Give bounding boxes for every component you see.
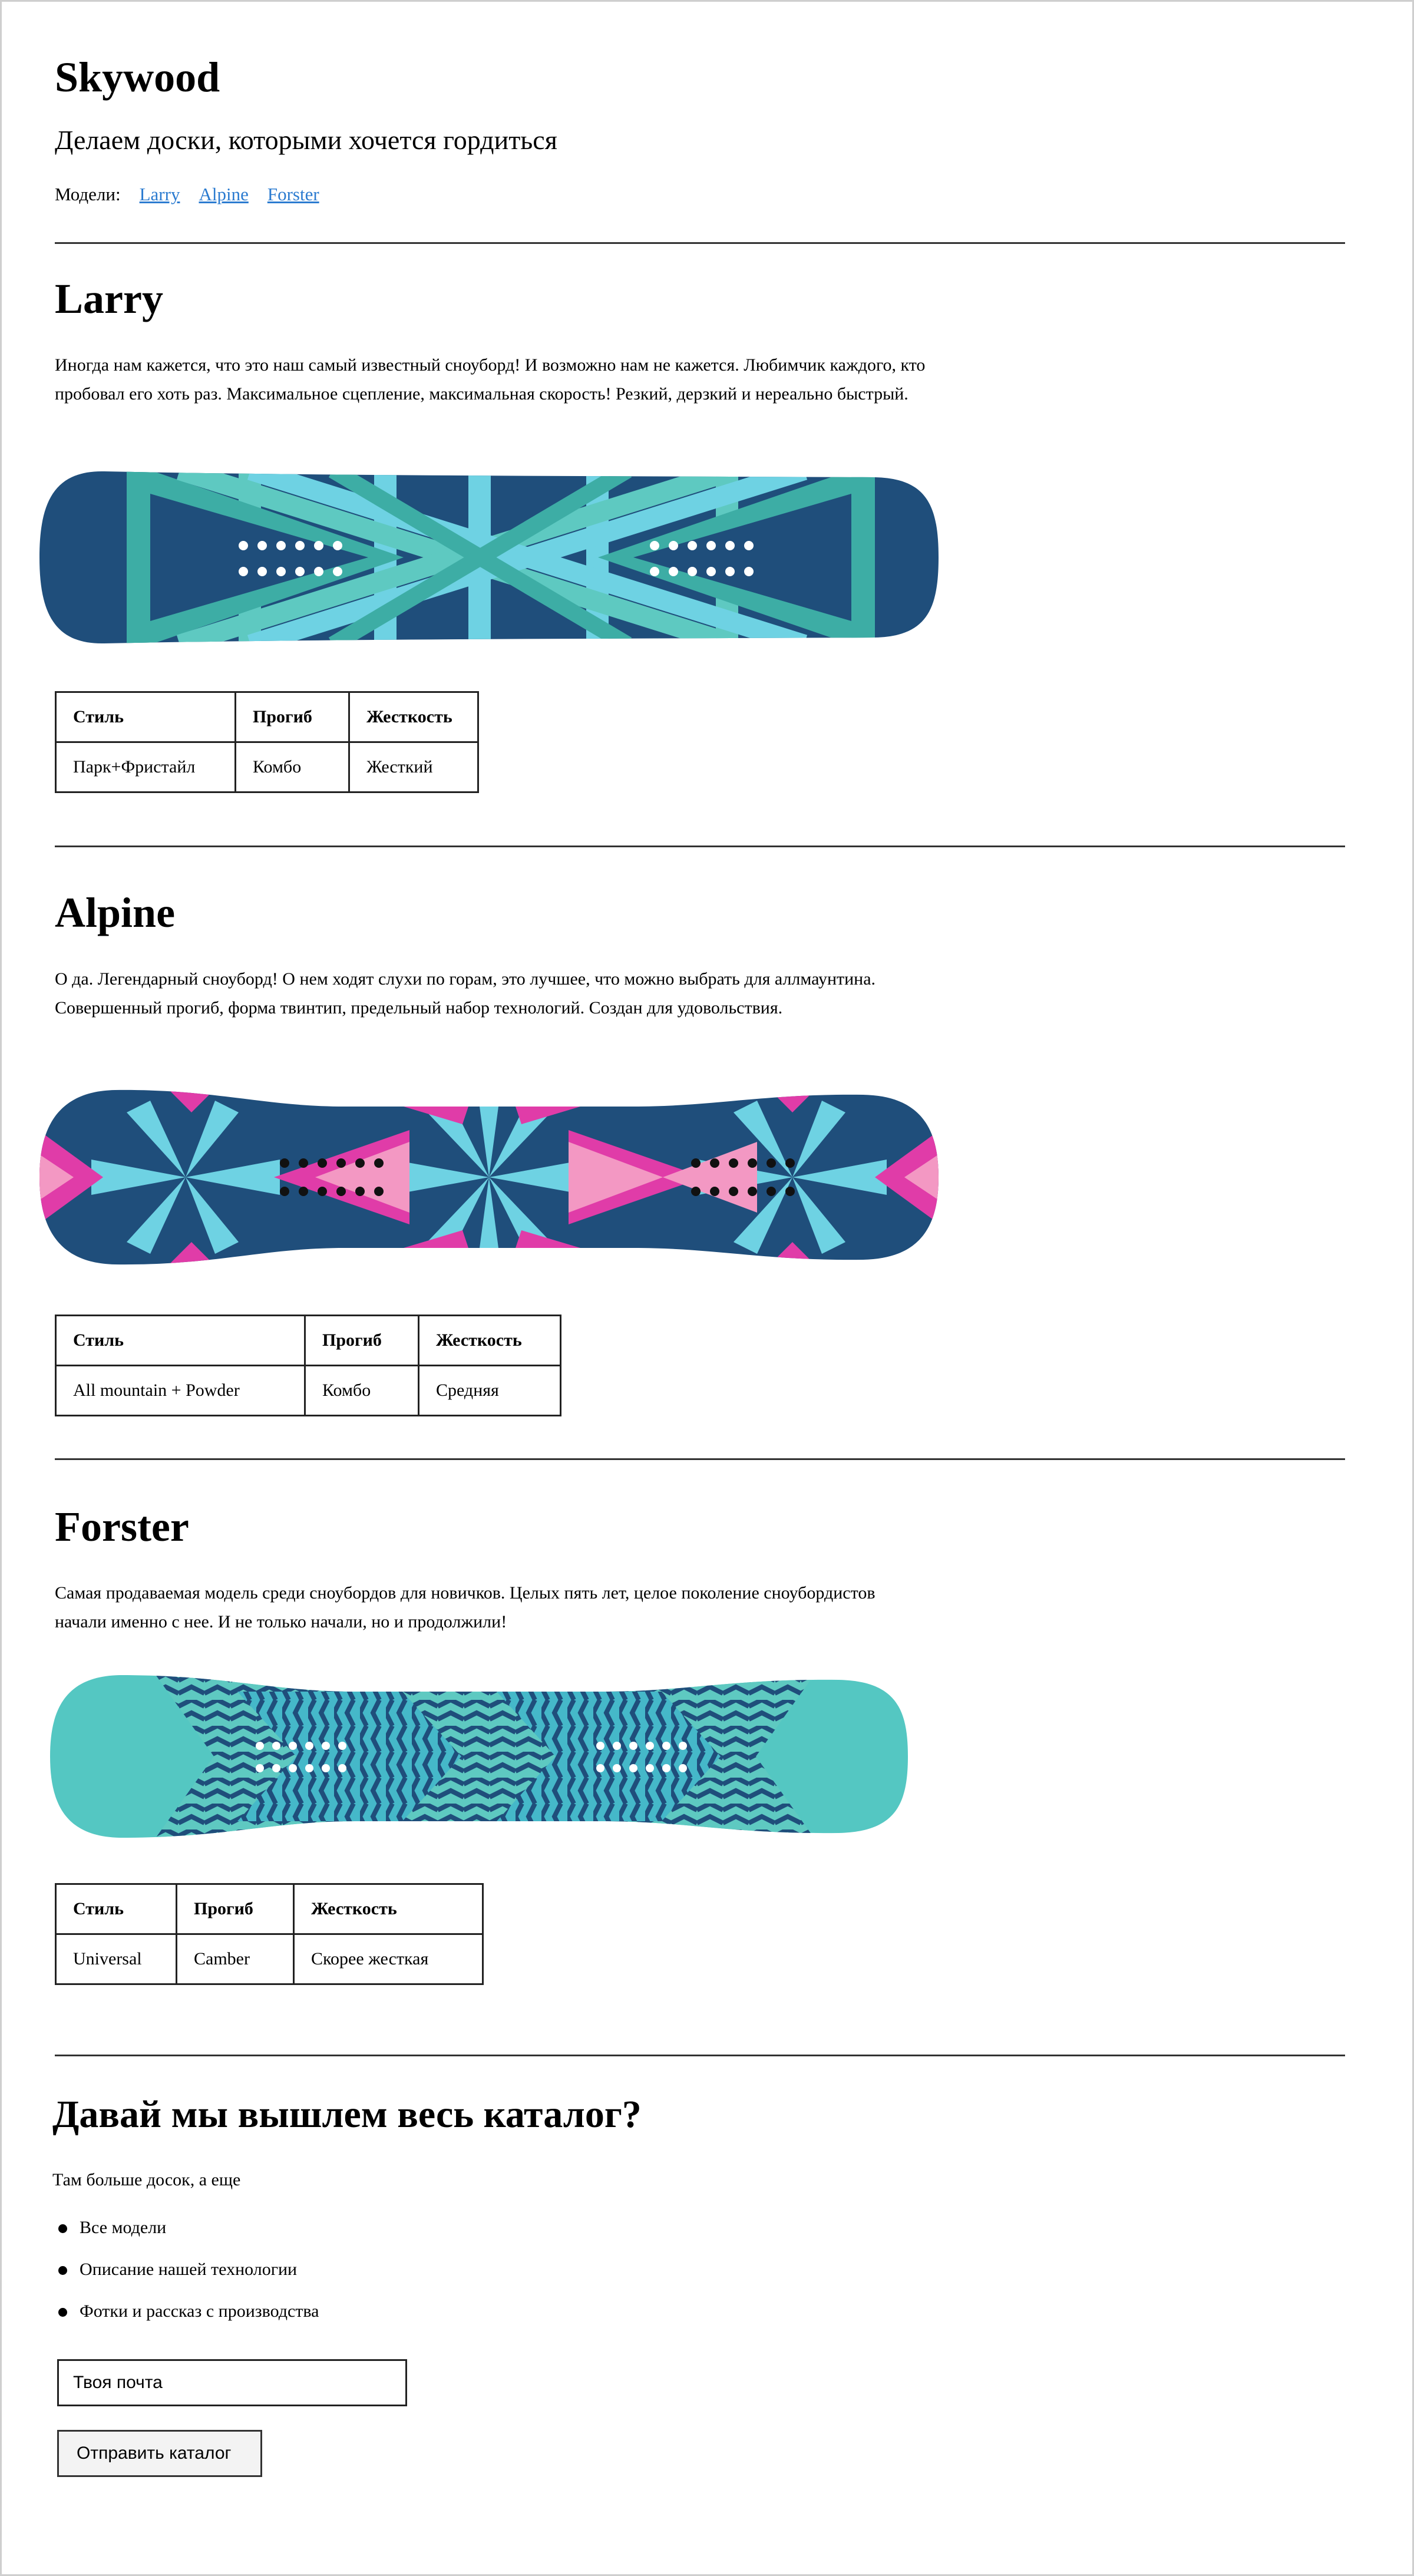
site-tagline: Делаем доски, которыми хочется гордиться: [55, 125, 557, 155]
list-item: Все модели: [55, 2217, 319, 2259]
divider: [55, 242, 1345, 244]
page: Skywood Делаем доски, которыми хочется г…: [0, 0, 1414, 2576]
cell-stiffness: Жесткий: [348, 741, 479, 793]
header-style: Стиль: [55, 691, 236, 743]
list-item: Описание нашей технологии: [55, 2259, 319, 2301]
cell-style: Парк+Фристайл: [55, 741, 236, 793]
alpine-board-graphic: [39, 1089, 939, 1265]
cell-flex: Комбо: [304, 1365, 419, 1416]
catalog-intro: Там больше досок, а еще: [52, 2170, 241, 2189]
model-description: Самая продаваемая модель среди сноубордо…: [55, 1583, 876, 1632]
table-header-row: Стиль Прогиб Жесткость: [55, 691, 479, 743]
catalog-title: Давай мы вышлем весь каталог?: [52, 2093, 642, 2136]
models-nav: Модели: Larry Alpine Forster: [55, 183, 319, 205]
cell-flex: Комбо: [234, 741, 350, 793]
table-header-row: Стиль Прогиб Жесткость: [55, 1315, 561, 1366]
nav-link-forster[interactable]: Forster: [267, 184, 319, 204]
models-nav-label: Модели:: [55, 184, 121, 204]
table-row: All mountain + Powder Комбо Средняя: [55, 1365, 561, 1416]
send-catalog-button[interactable]: Отправить каталог: [57, 2430, 262, 2477]
header-stiffness: Жесткость: [348, 691, 479, 743]
divider: [55, 846, 1345, 847]
model-description: Иногда нам кажется, что это наш самый из…: [55, 355, 926, 404]
nav-link-larry[interactable]: Larry: [140, 184, 180, 204]
model-title: Alpine: [55, 889, 176, 936]
email-input[interactable]: [57, 2359, 407, 2406]
specs-table: Стиль Прогиб Жесткость All mountain + Po…: [55, 1315, 561, 1416]
header-flex: Прогиб: [176, 1883, 295, 1935]
model-description: О да. Легендарный сноуборд! О нем ходят …: [55, 969, 876, 1018]
divider: [55, 1458, 1345, 1460]
model-title: Larry: [55, 275, 163, 322]
table-header-row: Стиль Прогиб Жесткость: [55, 1883, 484, 1935]
model-title: Forster: [55, 1503, 189, 1550]
cell-stiffness: Средняя: [418, 1365, 561, 1416]
divider: [55, 2055, 1345, 2056]
specs-table: Стиль Прогиб Жесткость Парк+Фристайл Ком…: [55, 691, 479, 793]
header-style: Стиль: [55, 1315, 306, 1366]
cell-stiffness: Скорее жесткая: [293, 1933, 484, 1985]
cell-style: Universal: [55, 1933, 177, 1985]
header-flex: Прогиб: [304, 1315, 419, 1366]
nav-link-alpine[interactable]: Alpine: [199, 184, 248, 204]
larry-board-graphic: [39, 471, 939, 644]
cell-style: All mountain + Powder: [55, 1365, 306, 1416]
header-style: Стиль: [55, 1883, 177, 1935]
specs-table: Стиль Прогиб Жесткость Universal Camber …: [55, 1883, 484, 1985]
table-row: Universal Camber Скорее жесткая: [55, 1933, 484, 1985]
header-stiffness: Жесткость: [293, 1883, 484, 1935]
cell-flex: Camber: [176, 1933, 295, 1985]
list-item: Фотки и рассказ с производства: [55, 2301, 319, 2343]
header-stiffness: Жесткость: [418, 1315, 561, 1366]
catalog-list: Все модели Описание нашей технологии Фот…: [55, 2217, 319, 2343]
site-title: Skywood: [55, 54, 220, 101]
table-row: Парк+Фристайл Комбо Жесткий: [55, 741, 479, 793]
header-flex: Прогиб: [234, 691, 350, 743]
forster-board-graphic: [50, 1675, 908, 1838]
